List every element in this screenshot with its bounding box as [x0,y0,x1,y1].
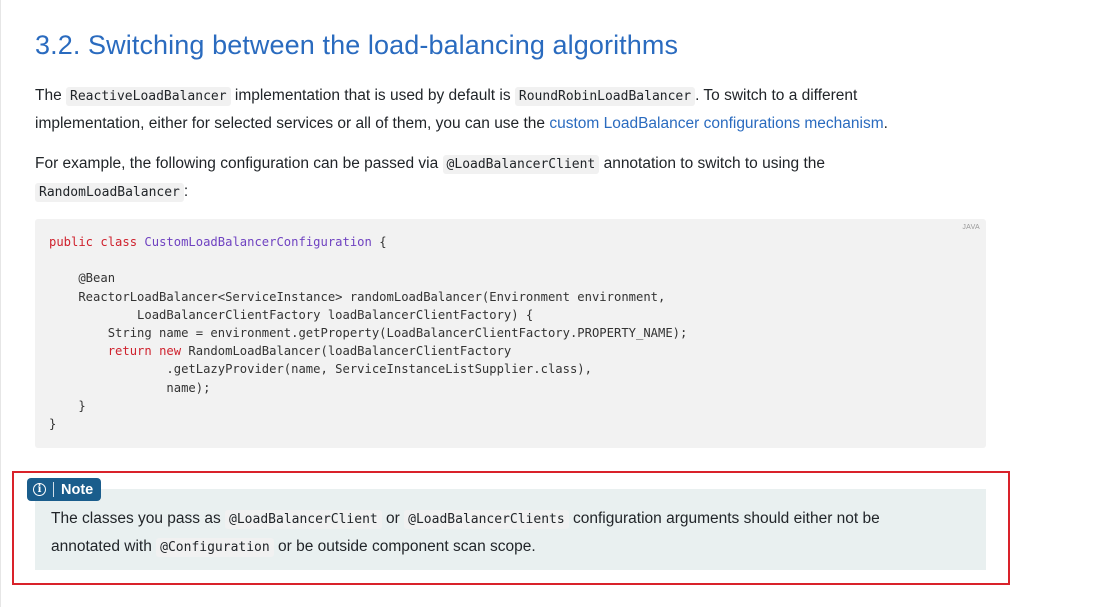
text: : [183,183,189,200]
text: implementation that is used by default i… [230,87,515,104]
note-badge: i Note [27,478,102,501]
inline-code-load-balancer-client: @LoadBalancerClient [442,155,600,174]
text: For example, the following configuration… [35,155,443,172]
section-title: 3.2. Switching between the load-balancin… [35,30,679,60]
note-text: The classes you pass as @LoadBalancerCli… [51,505,951,561]
code-line: .getLazyProvider(name, ServiceInstanceLi… [49,362,592,377]
code-line: @Bean [49,271,116,286]
text: The [35,87,67,104]
inline-code-reactive-load-balancer: ReactiveLoadBalancer [66,87,231,106]
keyword: public class [49,235,145,249]
inline-code-load-balancer-client: @LoadBalancerClient [225,510,382,529]
text: . [883,115,888,132]
info-icon: i [33,483,46,496]
code-listing: public class CustomLoadBalancerConfigura… [49,233,687,433]
note-label: Note [61,481,94,498]
text: annotation to switch to using the [599,155,826,172]
code-line: name); [49,380,211,395]
inline-code-configuration: @Configuration [156,538,274,557]
custom-loadbalancer-config-link[interactable]: custom LoadBalancer configurations mecha… [549,115,883,132]
code-line: ReactorLoadBalancer<ServiceInstance> ran… [49,289,666,304]
class-name: CustomLoadBalancerConfiguration [144,235,372,249]
keyword: return new [107,344,189,359]
code-line: } [49,398,86,413]
code-line: } [49,417,57,432]
example-paragraph: For example, the following configuration… [35,150,935,206]
text: The classes you pass as [51,510,226,527]
code-line: String name = environment.getProperty(Lo… [49,326,688,341]
badge-divider [53,482,54,497]
inline-code-round-robin-load-balancer: RoundRobinLoadBalancer [514,87,696,106]
left-divider [0,0,1,607]
code-line: LoadBalancerClientFactory loadBalancerCl… [49,307,534,322]
code-text: { [371,235,387,249]
inline-code-random-load-balancer: RandomLoadBalancer [35,183,184,202]
text: or [381,510,405,527]
intro-paragraph: The ReactiveLoadBalancer implementation … [35,82,935,137]
code-block[interactable]: JAVA public class CustomLoadBalancerConf… [35,219,986,448]
code-text: RandomLoadBalancer(loadBalancerClientFac… [188,344,512,359]
text: or be outside component scan scope. [273,538,536,555]
inline-code-load-balancer-clients: @LoadBalancerClients [404,510,569,529]
code-language-label: JAVA [962,224,980,231]
